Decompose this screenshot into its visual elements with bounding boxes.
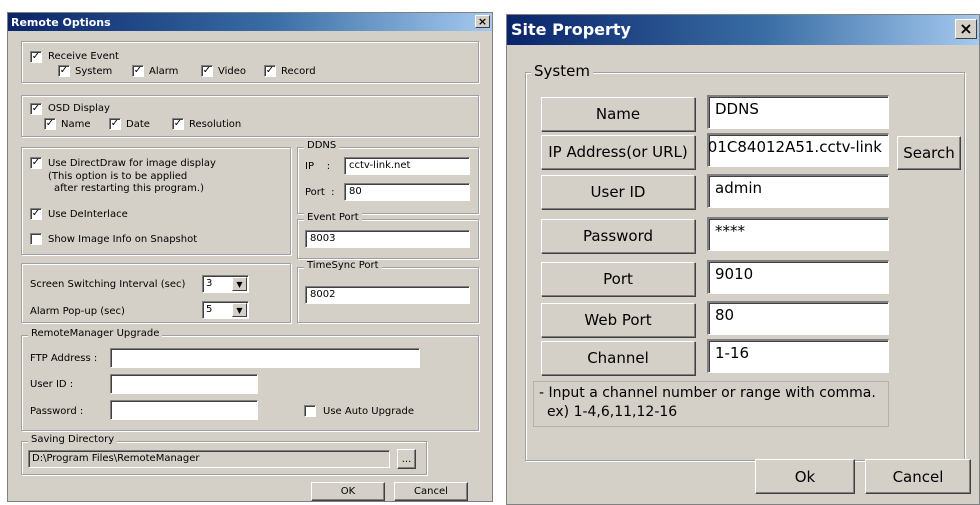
saving-directory-field[interactable]: D:\Program Files\RemoteManager xyxy=(28,450,390,468)
dialog-title: Site Property xyxy=(511,20,631,39)
user-id-field[interactable]: admin xyxy=(707,174,889,208)
system-checkbox[interactable]: ✓ xyxy=(58,65,70,77)
remote-options-dialog: Remote Options × ✓ Receive Event ✓ Syste… xyxy=(7,12,493,502)
event-port-field[interactable]: 8003 xyxy=(305,230,470,248)
deinterlace-label: Use DeInterlace xyxy=(48,209,128,220)
ip-address-value: 001C84012A51.cctv-link xyxy=(707,138,882,156)
video-label: Video xyxy=(218,66,247,77)
port-label: Port xyxy=(541,262,695,296)
title-bar: Site Property × xyxy=(507,15,979,45)
directdraw-note-line2: after restarting this program.) xyxy=(54,183,205,194)
name-label: Name xyxy=(541,97,695,131)
osd-name-label: Name xyxy=(61,119,91,130)
image-info-checkbox[interactable] xyxy=(30,233,42,245)
ok-button[interactable]: Ok xyxy=(755,459,855,494)
upgrade-password-field[interactable] xyxy=(110,400,258,420)
directdraw-checkbox[interactable]: ✓ xyxy=(30,157,42,169)
osd-date-checkbox[interactable]: ✓ xyxy=(109,118,121,130)
osd-resolution-checkbox[interactable]: ✓ xyxy=(172,118,184,130)
user-id-label: User ID xyxy=(541,175,695,209)
site-property-dialog: Site Property × System Name DDNS IP Addr… xyxy=(506,14,980,505)
osd-resolution-label: Resolution xyxy=(189,119,242,130)
directdraw-note-line1: (This option is to be applied xyxy=(48,171,188,182)
dialog-title: Remote Options xyxy=(11,16,111,29)
channel-hint-line1: - Input a channel number or range with c… xyxy=(539,385,876,401)
channel-hint-line2: ex) 1-4,6,11,12-16 xyxy=(547,404,678,420)
image-info-label: Show Image Info on Snapshot xyxy=(48,234,198,245)
receive-event-checkbox[interactable]: ✓ xyxy=(30,51,42,63)
ip-address-field[interactable]: 001C84012A51.cctv-link xyxy=(707,133,889,167)
upgrade-legend: RemoteManager Upgrade xyxy=(28,328,163,339)
chevron-down-icon[interactable]: ▼ xyxy=(232,303,247,317)
ftp-address-field[interactable] xyxy=(110,348,420,368)
ddns-port-label: Port : xyxy=(305,187,335,198)
deinterlace-checkbox[interactable]: ✓ xyxy=(30,208,42,220)
receive-event-label: Receive Event xyxy=(48,51,119,62)
osd-name-checkbox[interactable]: ✓ xyxy=(44,118,56,130)
chevron-down-icon[interactable]: ▼ xyxy=(232,277,247,291)
close-button[interactable]: × xyxy=(475,15,490,28)
system-legend: System xyxy=(531,62,593,80)
auto-upgrade-checkbox[interactable] xyxy=(304,405,316,417)
search-button[interactable]: Search xyxy=(897,136,961,170)
upgrade-user-id-label: User ID : xyxy=(30,379,74,390)
upgrade-password-label: Password : xyxy=(30,406,84,417)
system-label: System xyxy=(75,66,113,77)
channel-field[interactable]: 1-16 xyxy=(707,339,889,373)
upgrade-user-id-field[interactable] xyxy=(110,374,258,394)
cancel-button[interactable]: Cancel xyxy=(865,459,971,494)
web-port-field[interactable]: 80 xyxy=(707,301,889,335)
osd-display-group xyxy=(21,95,479,137)
name-field[interactable]: DDNS xyxy=(707,95,889,129)
record-checkbox[interactable]: ✓ xyxy=(264,65,276,77)
switching-interval-value: 3 xyxy=(206,278,213,289)
password-label: Password xyxy=(541,219,695,253)
alarm-popup-value: 5 xyxy=(206,304,213,315)
switching-interval-select[interactable]: 3 ▼ xyxy=(202,275,249,293)
port-field[interactable]: 9010 xyxy=(707,260,889,294)
alarm-popup-label: Alarm Pop-up (sec) xyxy=(30,306,125,317)
event-port-legend: Event Port xyxy=(304,212,362,223)
ddns-legend: DDNS xyxy=(304,140,340,151)
cancel-button[interactable]: Cancel xyxy=(394,482,468,501)
directdraw-label: Use DirectDraw for image display xyxy=(48,158,216,169)
close-icon: × xyxy=(477,15,488,28)
ftp-address-label: FTP Address : xyxy=(30,353,98,364)
ddns-ip-label: IP : xyxy=(305,161,331,172)
password-field[interactable]: **** xyxy=(707,217,889,251)
switching-interval-label: Screen Switching Interval (sec) xyxy=(30,279,186,290)
auto-upgrade-label: Use Auto Upgrade xyxy=(323,406,415,417)
osd-display-checkbox[interactable]: ✓ xyxy=(30,103,42,115)
saving-directory-legend: Saving Directory xyxy=(28,434,118,445)
timesync-port-legend: TimeSync Port xyxy=(304,260,382,271)
osd-date-label: Date xyxy=(126,119,150,130)
ddns-ip-field[interactable]: cctv-link.net xyxy=(344,157,470,175)
timesync-port-field[interactable]: 8002 xyxy=(305,286,470,304)
ddns-port-field[interactable]: 80 xyxy=(344,183,470,201)
alarm-label: Alarm xyxy=(149,66,179,77)
web-port-label: Web Port xyxy=(541,303,695,337)
browse-button[interactable]: ... xyxy=(397,449,416,469)
record-label: Record xyxy=(281,66,316,77)
ip-address-label: IP Address(or URL) xyxy=(541,135,695,169)
channel-label: Channel xyxy=(541,341,695,375)
close-button[interactable]: × xyxy=(955,19,977,39)
ok-button[interactable]: OK xyxy=(311,482,385,501)
close-icon: × xyxy=(959,19,973,38)
alarm-checkbox[interactable]: ✓ xyxy=(132,65,144,77)
video-checkbox[interactable]: ✓ xyxy=(201,65,213,77)
title-bar: Remote Options × xyxy=(8,13,492,31)
alarm-popup-select[interactable]: 5 ▼ xyxy=(202,301,249,319)
osd-display-label: OSD Display xyxy=(48,103,110,114)
